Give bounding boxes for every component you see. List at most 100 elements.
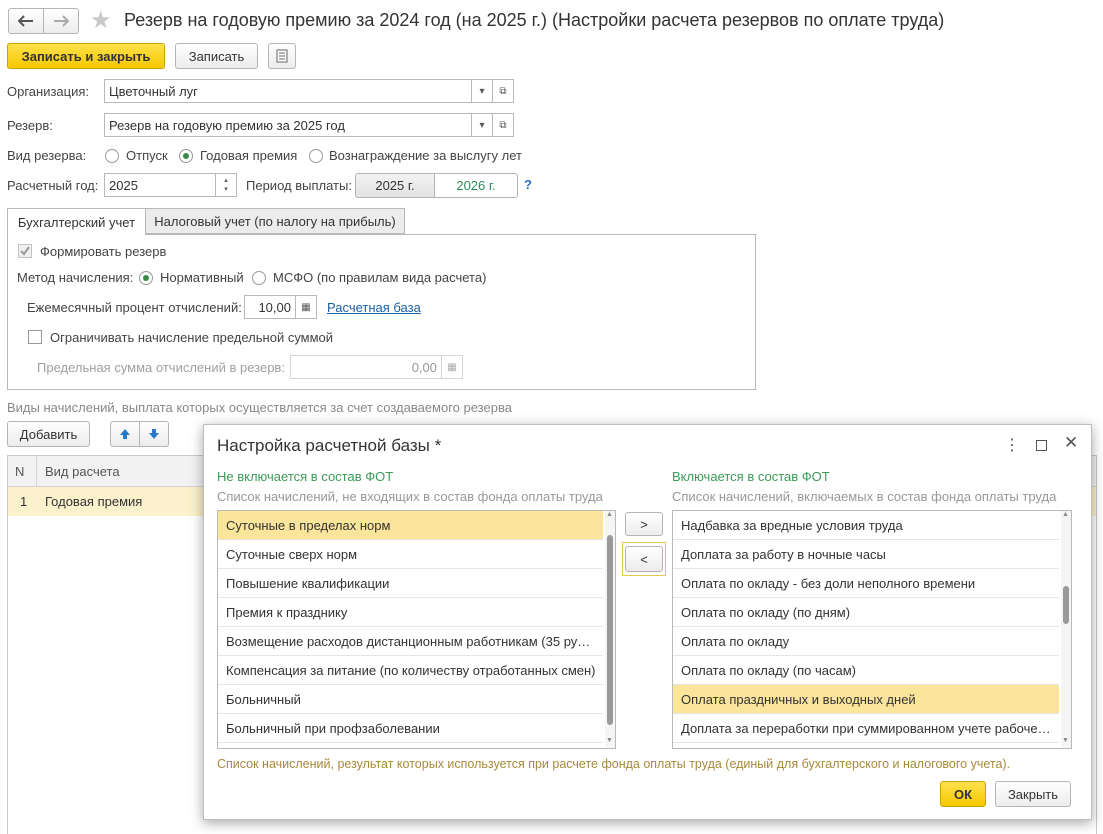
form-reserve-label: Формировать резерв xyxy=(40,244,167,259)
radio-seniority-label[interactable]: Вознаграждение за выслугу лет xyxy=(329,148,522,163)
year-field[interactable]: 2025 xyxy=(104,173,216,197)
save-and-close-button[interactable]: Записать и закрыть xyxy=(7,43,165,69)
period-2026-button[interactable]: 2026 г. xyxy=(434,173,518,198)
list-item[interactable]: Доплата за переработки при суммированном… xyxy=(673,714,1059,743)
scroll-up-icon[interactable]: ▲ xyxy=(1062,511,1069,518)
calculator-icon: ▦ xyxy=(447,361,457,373)
limit-label: Предельная сумма отчислений в резерв: xyxy=(37,360,285,375)
list-item[interactable]: Оплата по окладу xyxy=(673,627,1059,656)
list-item[interactable]: Суточные в пределах норм xyxy=(218,511,603,540)
help-icon[interactable]: ? xyxy=(524,177,532,192)
left-scrollbar[interactable]: ▲ ▼ xyxy=(605,511,615,748)
reserve-field[interactable]: Резерв на годовую премию за 2025 год xyxy=(104,113,472,137)
ok-button[interactable]: ОК xyxy=(940,781,986,807)
close-button[interactable]: Закрыть xyxy=(995,781,1071,807)
limit-checkbox[interactable] xyxy=(28,330,42,344)
limit-field: 0,00 xyxy=(290,355,442,379)
open-icon: ⧉ xyxy=(499,119,507,131)
close-icon[interactable]: ✕ xyxy=(1064,433,1078,453)
move-up-button[interactable] xyxy=(110,421,140,447)
radio-annual-bonus-label[interactable]: Годовая премия xyxy=(200,148,297,163)
list-item[interactable]: Оплата по окладу (по дням) xyxy=(673,598,1059,627)
calculation-base-link[interactable]: Расчетная база xyxy=(327,300,421,315)
column-kind[interactable]: Вид расчета xyxy=(45,464,120,479)
arrow-up-icon xyxy=(120,429,130,439)
year-stepper[interactable]: ▴ ▾ xyxy=(215,173,237,197)
forward-button[interactable] xyxy=(43,8,79,34)
form-reserve-checkbox[interactable] xyxy=(18,244,32,258)
limit-checkbox-label[interactable]: Ограничивать начисление предельной суммо… xyxy=(50,330,333,345)
left-list[interactable]: Суточные в пределах норм Суточные сверх … xyxy=(217,510,616,749)
list-item[interactable]: Компенсация за питание (по количеству от… xyxy=(218,656,603,685)
more-icon[interactable]: ⋮ xyxy=(1004,435,1020,455)
tab-accounting[interactable]: Бухгалтерский учет xyxy=(7,208,146,235)
save-button[interactable]: Записать xyxy=(175,43,258,69)
list-item[interactable]: Оплата по окладу (по часам) xyxy=(673,656,1059,685)
list-item[interactable]: Оплата праздничных и выходных дней xyxy=(673,685,1059,714)
right-list-subtitle: Список начислений, включаемых в состав ф… xyxy=(672,489,1057,504)
back-button[interactable] xyxy=(8,8,44,34)
chevron-down-icon: ▾ xyxy=(479,85,485,97)
list-item[interactable]: Больничный при профзаболевании xyxy=(218,714,603,743)
dialog-title: Настройка расчетной базы * xyxy=(217,436,442,455)
add-button[interactable]: Добавить xyxy=(7,421,90,447)
tab-tax[interactable]: Налоговый учет (по налогу на прибыль) xyxy=(145,208,405,234)
radio-vacation-label[interactable]: Отпуск xyxy=(126,148,168,163)
radio-vacation[interactable] xyxy=(105,149,119,163)
move-down-button[interactable] xyxy=(139,421,169,447)
radio-msfo[interactable] xyxy=(252,271,266,285)
right-list[interactable]: Надбавка за вредные условия труда Доплат… xyxy=(672,510,1072,749)
reserve-dropdown-button[interactable]: ▾ xyxy=(471,113,493,137)
window-title: Резерв на годовую премию за 2024 год (на… xyxy=(124,10,945,30)
row-kind: Годовая премия xyxy=(45,494,143,509)
list-item[interactable]: Доплата за работу в ночные часы xyxy=(673,540,1059,569)
org-open-button[interactable]: ⧉ xyxy=(492,79,514,103)
list-item[interactable]: Надбавка за вредные условия труда xyxy=(673,511,1059,540)
percent-field[interactable]: 10,00 xyxy=(244,295,296,319)
document-icon-button[interactable] xyxy=(268,43,296,69)
org-label: Организация: xyxy=(7,84,90,99)
list-item[interactable]: Суточные сверх норм xyxy=(218,540,603,569)
move-left-button[interactable]: < xyxy=(625,546,663,572)
scroll-thumb[interactable] xyxy=(1063,586,1069,624)
radio-normative[interactable] xyxy=(139,271,153,285)
org-dropdown-button[interactable]: ▾ xyxy=(471,79,493,103)
maximize-icon[interactable] xyxy=(1036,440,1047,451)
scroll-thumb[interactable] xyxy=(607,535,613,725)
move-right-button[interactable]: > xyxy=(625,512,663,536)
right-scrollbar[interactable]: ▲ ▼ xyxy=(1061,511,1071,748)
percent-calc-button[interactable]: ▦ xyxy=(295,295,317,319)
arrow-right-icon xyxy=(54,15,69,27)
radio-msfo-label[interactable]: МСФО (по правилам вида расчета) xyxy=(273,270,486,285)
scroll-down-icon[interactable]: ▼ xyxy=(606,737,613,744)
list-item[interactable]: Повышение квалификации xyxy=(218,569,603,598)
org-field[interactable]: Цветочный луг xyxy=(104,79,472,103)
reserve-open-button[interactable]: ⧉ xyxy=(492,113,514,137)
left-list-title: Не включается в состав ФОТ xyxy=(217,469,394,484)
calculator-icon: ▦ xyxy=(301,301,311,313)
right-list-title: Включается в состав ФОТ xyxy=(672,469,830,484)
accruals-caption: Виды начислений, выплата которых осущест… xyxy=(7,400,512,415)
list-item[interactable]: Оплата по окладу - без доли неполного вр… xyxy=(673,569,1059,598)
calculation-base-dialog: Настройка расчетной базы * ⋮ ✕ Не включа… xyxy=(203,424,1092,820)
radio-annual-bonus[interactable] xyxy=(179,149,193,163)
reserve-label: Резерв: xyxy=(7,118,53,133)
row-n: 1 xyxy=(20,494,28,509)
radio-normative-label[interactable]: Нормативный xyxy=(160,270,244,285)
method-label: Метод начисления: xyxy=(17,270,134,285)
radio-seniority[interactable] xyxy=(309,149,323,163)
kind-label: Вид резерва: xyxy=(7,148,87,163)
list-item[interactable]: Возмещение расходов дистанционным работн… xyxy=(218,627,603,656)
column-divider xyxy=(36,456,37,487)
column-n[interactable]: N xyxy=(15,464,24,479)
favorite-star-icon[interactable]: ★ xyxy=(90,8,112,34)
arrow-left-icon xyxy=(18,15,33,27)
scroll-down-icon[interactable]: ▼ xyxy=(1062,737,1069,744)
chevron-down-icon: ▾ xyxy=(224,186,228,193)
chevron-up-icon: ▴ xyxy=(224,177,228,184)
list-item[interactable]: Премия к празднику xyxy=(218,598,603,627)
scroll-up-icon[interactable]: ▲ xyxy=(606,511,613,518)
period-2025-button[interactable]: 2025 г. xyxy=(355,173,435,198)
list-item[interactable]: Больничный xyxy=(218,685,603,714)
year-label: Расчетный год: xyxy=(7,178,99,193)
